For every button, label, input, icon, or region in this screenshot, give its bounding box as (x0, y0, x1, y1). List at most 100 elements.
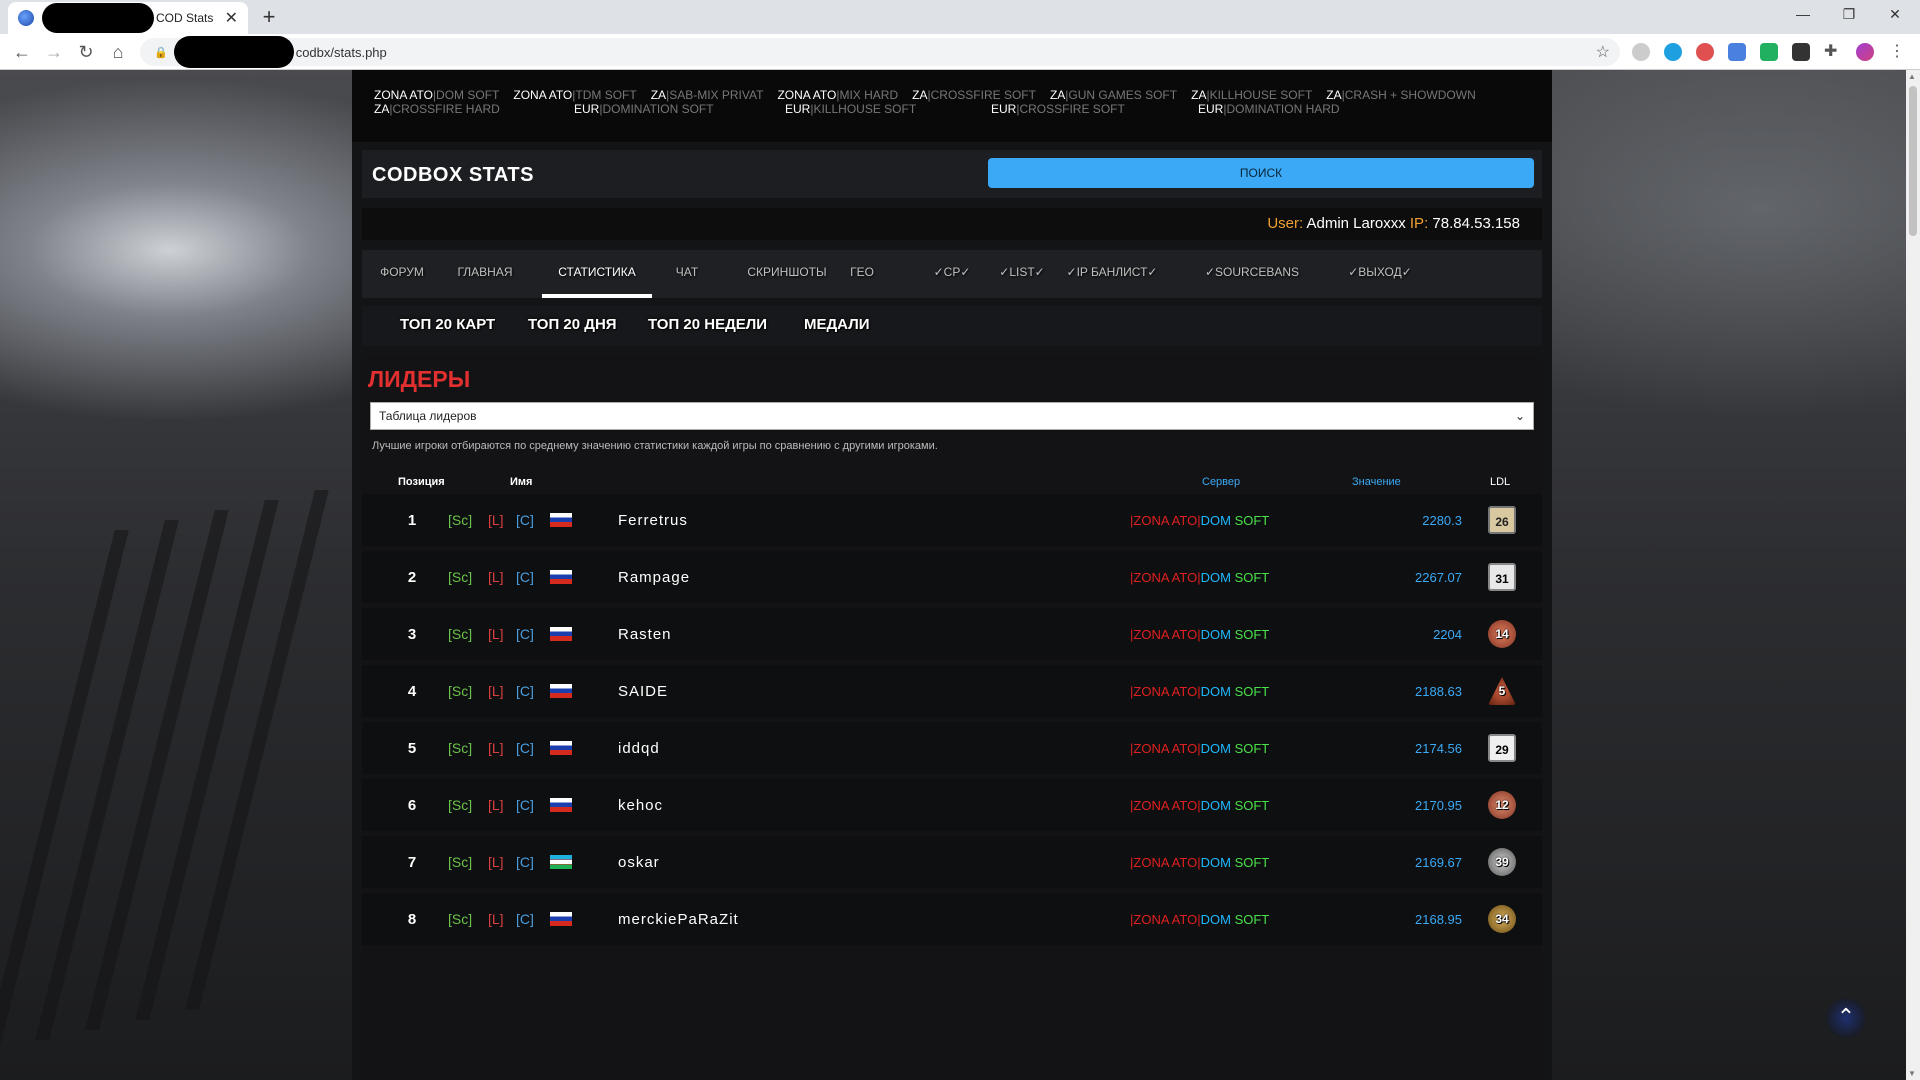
table-row[interactable]: 8 [Sc] [L] [C] merckiePaRaZit |ZONA ATO|DOM S… (362, 893, 1542, 945)
window-close-icon[interactable]: ✕ (1872, 0, 1918, 30)
player-server[interactable]: |ZONA ATO|DOM SOFT (1130, 570, 1269, 585)
player-server[interactable]: |ZONA ATO|DOM SOFT (1130, 741, 1269, 756)
minimize-icon[interactable]: — (1780, 0, 1826, 30)
submenu-item[interactable]: ТОП 20 НЕДЕЛИ (648, 316, 767, 333)
l-link[interactable]: [L] (488, 512, 504, 528)
server-link[interactable]: EUR|DOMINATION SOFT (574, 102, 714, 116)
l-link[interactable]: [L] (488, 797, 504, 813)
close-tab-icon[interactable]: ✕ (225, 8, 238, 28)
browser-tab[interactable]: COD Stats ✕ (8, 2, 248, 34)
profile-avatar[interactable] (1856, 43, 1874, 61)
extension-adblock-icon[interactable] (1632, 43, 1650, 61)
reload-icon[interactable]: ↻ (74, 40, 98, 64)
server-link[interactable]: ZONA ATO|MIX HARD (777, 88, 898, 102)
l-link[interactable]: [L] (488, 854, 504, 870)
menu-item[interactable]: СТАТИСТИКА (542, 250, 652, 298)
c-link[interactable]: [C] (516, 626, 534, 642)
leaderboard-select[interactable]: Таблица лидеров ⌄ (370, 402, 1534, 430)
col-value[interactable]: Значение (1352, 476, 1401, 488)
steam-link[interactable]: [Sc] (448, 911, 472, 927)
browser-menu-icon[interactable]: ⋮ (1888, 43, 1906, 61)
c-link[interactable]: [C] (516, 854, 534, 870)
extension-pocket-icon[interactable] (1696, 43, 1714, 61)
home-icon[interactable]: ⌂ (106, 40, 130, 64)
submenu-item[interactable]: ТОП 20 ДНЯ (528, 316, 617, 333)
player-name[interactable]: Ferretrus (618, 512, 688, 529)
server-link[interactable]: ZA|KILLHOUSE SOFT (1191, 88, 1312, 102)
col-server[interactable]: Сервер (1202, 476, 1240, 488)
extension-skype-icon[interactable] (1664, 43, 1682, 61)
player-server[interactable]: |ZONA ATO|DOM SOFT (1130, 798, 1269, 813)
steam-link[interactable]: [Sc] (448, 626, 472, 642)
player-name[interactable]: Rasten (618, 626, 672, 643)
player-name[interactable]: SAIDE (618, 683, 668, 700)
menu-item[interactable]: ✓ВЫХОД✓ (1340, 250, 1420, 298)
c-link[interactable]: [C] (516, 683, 534, 699)
l-link[interactable]: [L] (488, 911, 504, 927)
table-row[interactable]: 3 [Sc] [L] [C] Rasten |ZONA ATO|DOM SOFT 2204 1… (362, 608, 1542, 660)
col-position[interactable]: Позиция (398, 476, 445, 488)
bookmark-star-icon[interactable]: ☆ (1596, 42, 1610, 62)
table-row[interactable]: 5 [Sc] [L] [C] iddqd |ZONA ATO|DOM SOFT 2174.5… (362, 722, 1542, 774)
player-server[interactable]: |ZONA ATO|DOM SOFT (1130, 912, 1269, 927)
menu-item[interactable]: ✓CP✓ (922, 250, 982, 298)
c-link[interactable]: [C] (516, 797, 534, 813)
scroll-up-icon[interactable]: ▲ (1908, 72, 1916, 81)
steam-link[interactable]: [Sc] (448, 569, 472, 585)
menu-item[interactable]: ГЕО (842, 250, 882, 298)
player-name[interactable]: kehoc (618, 797, 663, 814)
submenu-item[interactable]: МЕДАЛИ (804, 316, 870, 333)
c-link[interactable]: [C] (516, 569, 534, 585)
steam-link[interactable]: [Sc] (448, 740, 472, 756)
server-link[interactable]: EUR|CROSSFIRE SOFT (991, 102, 1125, 116)
player-name[interactable]: Rampage (618, 569, 690, 586)
server-link[interactable]: ZA|CROSSFIRE SOFT (912, 88, 1036, 102)
player-server[interactable]: |ZONA ATO|DOM SOFT (1130, 855, 1269, 870)
table-row[interactable]: 4 [Sc] [L] [C] SAIDE |ZONA ATO|DOM SOFT 2188.6… (362, 665, 1542, 717)
l-link[interactable]: [L] (488, 626, 504, 642)
table-row[interactable]: 7 [Sc] [L] [C] oskar |ZONA ATO|DOM SOFT 2169.6… (362, 836, 1542, 888)
search-button[interactable]: ПОИСК (988, 158, 1534, 188)
c-link[interactable]: [C] (516, 512, 534, 528)
menu-item[interactable]: СКРИНШОТЫ (742, 250, 832, 298)
player-name[interactable]: iddqd (618, 740, 660, 757)
extensions-puzzle-icon[interactable]: ✚ (1824, 43, 1842, 61)
forward-icon[interactable]: → (42, 40, 66, 64)
back-icon[interactable]: ← (10, 40, 34, 64)
table-row[interactable]: 1 [Sc] [L] [C] Ferretrus |ZONA ATO|DOM SOFT 22… (362, 494, 1542, 546)
steam-link[interactable]: [Sc] (448, 683, 472, 699)
server-link[interactable]: ZA|CROSSFIRE HARD (374, 102, 500, 116)
l-link[interactable]: [L] (488, 740, 504, 756)
extension-translate-icon[interactable] (1728, 43, 1746, 61)
restore-icon[interactable]: ❐ (1826, 0, 1872, 30)
steam-link[interactable]: [Sc] (448, 797, 472, 813)
player-name[interactable]: oskar (618, 854, 660, 871)
menu-item[interactable]: ✓LIST✓ (992, 250, 1052, 298)
scrollbar-thumb[interactable] (1909, 86, 1917, 236)
page-scrollbar[interactable]: ▲ ▼ (1906, 70, 1920, 1080)
menu-item[interactable]: ✓IP БАНЛИСТ✓ (1062, 250, 1162, 298)
server-link[interactable]: ZA|CRASH + SHOWDOWN (1326, 88, 1475, 102)
server-link[interactable]: EUR|KILLHOUSE SOFT (785, 102, 916, 116)
server-link[interactable]: ZONA ATO|DOM SOFT (374, 88, 499, 102)
c-link[interactable]: [C] (516, 740, 534, 756)
table-row[interactable]: 6 [Sc] [L] [C] kehoc |ZONA ATO|DOM SOFT 2170.9… (362, 779, 1542, 831)
player-server[interactable]: |ZONA ATO|DOM SOFT (1130, 627, 1269, 642)
player-server[interactable]: |ZONA ATO|DOM SOFT (1130, 684, 1269, 699)
menu-item[interactable]: ФОРУМ (372, 250, 432, 298)
c-link[interactable]: [C] (516, 911, 534, 927)
url-input[interactable]: 🔒 codbx/stats.php ☆ (140, 36, 1620, 68)
steam-link[interactable]: [Sc] (448, 512, 472, 528)
new-tab-icon[interactable]: + (255, 4, 283, 32)
menu-item[interactable]: ГЛАВНАЯ (450, 250, 520, 298)
server-link[interactable]: ZA|GUN GAMES SOFT (1050, 88, 1177, 102)
scroll-down-icon[interactable]: ▼ (1908, 1069, 1916, 1078)
table-row[interactable]: 2 [Sc] [L] [C] Rampage |ZONA ATO|DOM SOFT 2267… (362, 551, 1542, 603)
col-name[interactable]: Имя (510, 476, 532, 488)
server-link[interactable]: ZONA ATO|TDM SOFT (513, 88, 636, 102)
site-logo[interactable]: CODBOX STATS (372, 164, 534, 187)
steam-link[interactable]: [Sc] (448, 854, 472, 870)
scroll-to-top-icon[interactable]: ⌃ (1826, 998, 1866, 1038)
l-link[interactable]: [L] (488, 683, 504, 699)
submenu-item[interactable]: ТОП 20 КАРТ (400, 316, 495, 333)
